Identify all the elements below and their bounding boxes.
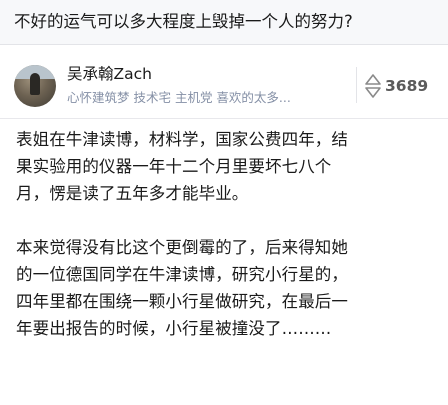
vote-count: 3689 [385, 77, 429, 95]
author-bio: 心怀建筑梦 技术宅 主机党 喜欢的太多... [67, 90, 291, 105]
question-header: 不好的运气可以多大程度上毁掉一个人的努力? [0, 0, 448, 45]
divider [0, 118, 448, 119]
answer-line: 本来觉得没有比这个更倒霉的了，后来得知她 [16, 238, 348, 257]
answer-line: 年要出报告的时候，小行星被撞没了……… [16, 319, 332, 338]
answer-paragraph: 表姐在牛津读博，材料学，国家公费四年，结 果实验用的仪器一年十二个月里要坏七八个… [16, 126, 438, 207]
author-bar: 吴承翰Zach 心怀建筑梦 技术宅 主机党 喜欢的太多... 3689 [0, 45, 448, 118]
answer-line: 的一位德国同学在牛津读博，研究小行星的， [16, 265, 348, 284]
vote-divider [356, 67, 357, 103]
author-name[interactable]: 吴承翰Zach [67, 64, 152, 84]
answer-line: 表姐在牛津读博，材料学，国家公费四年，结 [16, 130, 348, 149]
question-title[interactable]: 不好的运气可以多大程度上毁掉一个人的努力? [14, 11, 353, 33]
answer-line: 果实验用的仪器一年十二个月里要坏七八个 [16, 157, 332, 176]
answer-line: 四年里都在围绕一颗小行星做研究，在最后一 [16, 292, 348, 311]
answer-paragraph: 本来觉得没有比这个更倒霉的了，后来得知她 的一位德国同学在牛津读博，研究小行星的… [16, 234, 438, 342]
answer-line: 月，愣是读了五年多才能毕业。 [16, 184, 249, 203]
answer-body: 表姐在牛津读博，材料学，国家公费四年，结 果实验用的仪器一年十二个月里要坏七八个… [16, 126, 438, 342]
avatar[interactable] [14, 65, 56, 107]
vote-up-down-icon[interactable] [364, 73, 382, 99]
